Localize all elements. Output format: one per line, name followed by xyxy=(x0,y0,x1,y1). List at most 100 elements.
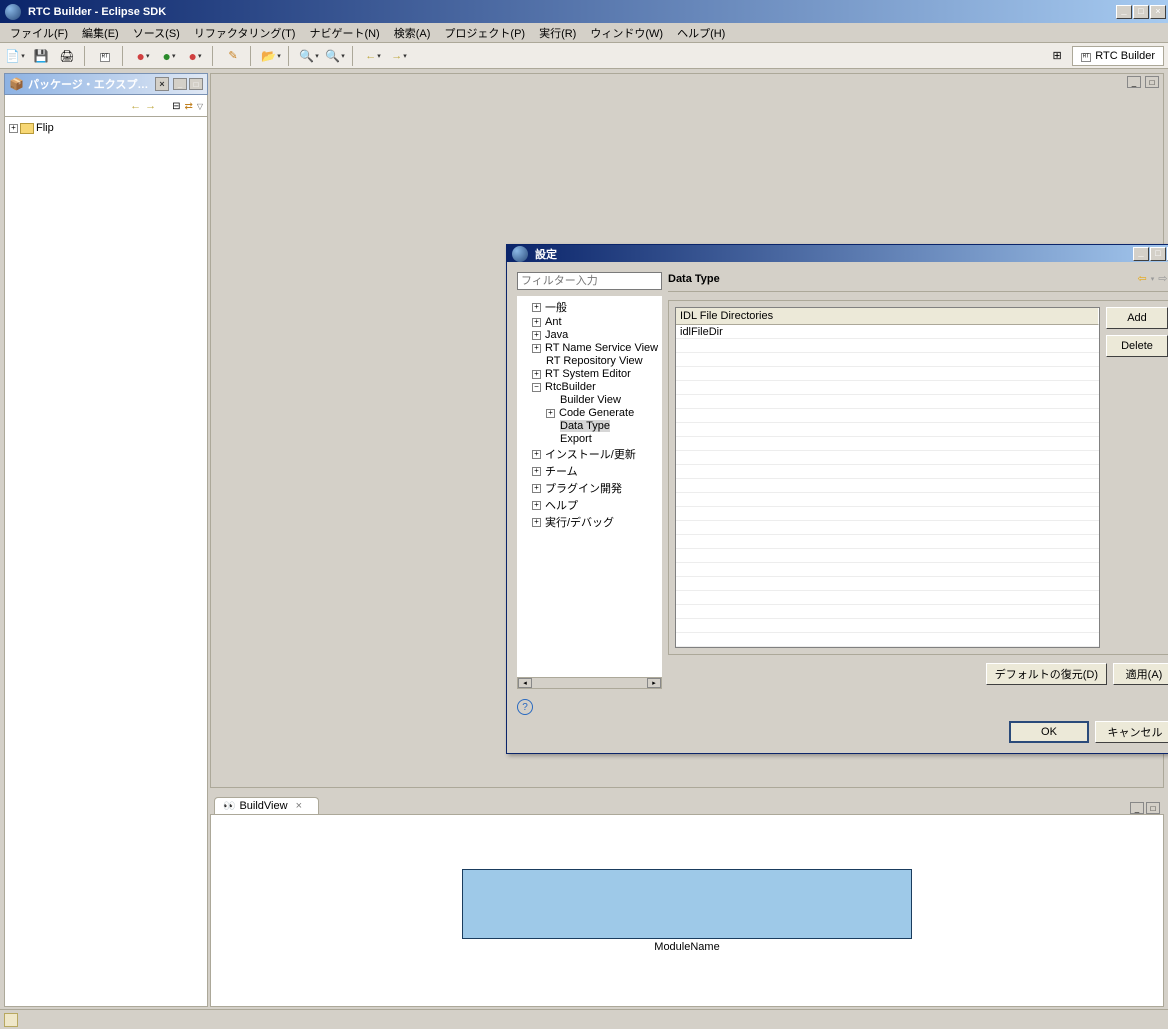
buildview-icon xyxy=(223,800,235,812)
tree-item-run-debug[interactable]: +実行/デバッグ xyxy=(520,514,661,531)
idl-directories-list[interactable]: IDL File Directories idlFileDir xyxy=(675,307,1100,648)
menu-help[interactable]: ヘルプ(H) xyxy=(671,23,731,43)
tree-item-java[interactable]: +Java xyxy=(520,329,661,342)
scroll-right-button[interactable]: ▸ xyxy=(647,678,661,688)
separator xyxy=(250,46,254,66)
help-icon[interactable]: ? xyxy=(517,699,533,715)
search2-button[interactable] xyxy=(324,45,346,67)
view-maximize-button[interactable]: □ xyxy=(1146,802,1160,814)
search-icon xyxy=(299,49,314,63)
editor-maximize-button[interactable]: □ xyxy=(1145,76,1159,88)
preferences-tree-pane: +一般 +Ant +Java +RT Name Service View RT … xyxy=(517,272,662,689)
menu-refactor[interactable]: リファクタリング(T) xyxy=(188,23,302,43)
separator xyxy=(212,46,216,66)
dialog-maximize-button[interactable]: □ xyxy=(1150,247,1166,261)
print-button[interactable] xyxy=(56,45,78,67)
wand-icon xyxy=(228,49,237,62)
forward-button[interactable] xyxy=(388,45,410,67)
open-button[interactable] xyxy=(260,45,282,67)
menu-project[interactable]: プロジェクト(P) xyxy=(438,23,531,43)
new-icon xyxy=(5,49,20,63)
collapse-all-icon[interactable] xyxy=(172,100,180,112)
ok-button[interactable]: OK xyxy=(1009,721,1089,743)
tree-item-rt-repository[interactable]: RT Repository View xyxy=(520,355,661,368)
tree-item-ant[interactable]: +Ant xyxy=(520,316,661,329)
apply-button[interactable]: 適用(A) xyxy=(1113,663,1168,685)
tree-item-rt-system-editor[interactable]: +RT System Editor xyxy=(520,368,661,381)
view-minimize-button[interactable]: _ xyxy=(1130,802,1144,814)
close-view-button[interactable]: × xyxy=(155,77,169,91)
external-tools-button[interactable] xyxy=(184,45,206,67)
maximize-view-button[interactable]: □ xyxy=(189,78,203,90)
minimize-view-button[interactable]: _ xyxy=(173,78,187,90)
perspective-rtc-builder[interactable]: RTC Builder xyxy=(1072,46,1164,66)
maximize-button[interactable]: □ xyxy=(1133,5,1149,19)
expand-icon[interactable]: + xyxy=(9,124,18,133)
tree-item-code-generate[interactable]: +Code Generate xyxy=(520,407,661,420)
package-explorer-body: + Flip xyxy=(4,117,208,1007)
scroll-left-button[interactable]: ◂ xyxy=(518,678,532,688)
minimize-button[interactable]: _ xyxy=(1116,5,1132,19)
cancel-button[interactable]: キャンセル xyxy=(1095,721,1168,743)
buildview-tab[interactable]: BuildView × xyxy=(214,797,319,814)
add-button[interactable]: Add xyxy=(1106,307,1168,329)
tree-item-team[interactable]: +チーム xyxy=(520,463,661,480)
back-button[interactable] xyxy=(362,45,384,67)
filter-input[interactable] xyxy=(517,272,662,290)
close-tab-button[interactable]: × xyxy=(296,800,310,812)
package-explorer-pane: パッケージ・エクスプ… × _ □ + Flip xyxy=(0,69,210,1009)
menu-file[interactable]: ファイル(F) xyxy=(4,23,74,43)
debug-button[interactable] xyxy=(132,45,154,67)
tree-item-builder-view[interactable]: Builder View xyxy=(520,394,661,407)
tree-item-rtc-builder[interactable]: −RtcBuilder xyxy=(520,381,661,394)
page-header: Data Type ⇦▾ ⇨▾ xyxy=(668,272,1168,292)
rt-button[interactable] xyxy=(94,45,116,67)
tree-item-data-type[interactable]: Data Type xyxy=(520,420,661,433)
tree-item-install[interactable]: +インストール/更新 xyxy=(520,446,661,463)
search-button[interactable] xyxy=(298,45,320,67)
save-button[interactable] xyxy=(30,45,52,67)
back-icon[interactable] xyxy=(130,100,141,112)
toolbar: ⊞ RTC Builder xyxy=(0,43,1168,69)
main-titlebar: RTC Builder - Eclipse SDK _ □ × xyxy=(0,0,1168,23)
preferences-tree[interactable]: +一般 +Ant +Java +RT Name Service View RT … xyxy=(517,296,662,677)
dialog-minimize-button[interactable]: _ xyxy=(1133,247,1149,261)
right-pane: _ □ 設定 _ □ × xyxy=(210,69,1168,1009)
menu-navigate[interactable]: ナビゲート(N) xyxy=(303,23,385,43)
buildview-body: ModuleName xyxy=(210,814,1164,1007)
forward-icon xyxy=(391,50,402,62)
back-icon xyxy=(365,50,376,62)
package-explorer-toolbar xyxy=(4,95,208,117)
restore-defaults-button[interactable]: デフォルトの復元(D) xyxy=(986,663,1107,685)
status-icon[interactable] xyxy=(4,1013,18,1027)
module-box[interactable] xyxy=(462,869,912,939)
wand-button[interactable] xyxy=(222,45,244,67)
menu-search[interactable]: 検索(A) xyxy=(388,23,437,43)
editor-minimize-button[interactable]: _ xyxy=(1127,76,1141,88)
main-area: パッケージ・エクスプ… × _ □ + Flip _ xyxy=(0,69,1168,1009)
link-editor-icon[interactable] xyxy=(184,100,192,112)
close-button[interactable]: × xyxy=(1150,5,1166,19)
tree-item-plugin[interactable]: +プラグイン開発 xyxy=(520,480,661,497)
tree-item-general[interactable]: +一般 xyxy=(520,299,661,316)
tree-item-rt-name-service[interactable]: +RT Name Service View xyxy=(520,342,661,355)
separator xyxy=(352,46,356,66)
delete-button[interactable]: Delete xyxy=(1106,335,1168,357)
tree-scrollbar[interactable]: ◂ ▸ xyxy=(517,677,662,689)
tree-item-flip[interactable]: + Flip xyxy=(9,121,203,135)
forward-icon[interactable] xyxy=(145,100,156,112)
perspective-switcher[interactable]: ⊞ xyxy=(1046,45,1068,67)
view-menu-icon[interactable] xyxy=(197,100,203,112)
nav-back-button[interactable]: ⇦ xyxy=(1136,272,1149,285)
tree-item-export[interactable]: Export xyxy=(520,433,661,446)
menu-edit[interactable]: 編集(E) xyxy=(76,23,125,43)
new-button[interactable] xyxy=(4,45,26,67)
tree-item-help[interactable]: +ヘルプ xyxy=(520,497,661,514)
menu-run[interactable]: 実行(R) xyxy=(533,23,582,43)
menubar: ファイル(F) 編集(E) ソース(S) リファクタリング(T) ナビゲート(N… xyxy=(0,23,1168,43)
menu-window[interactable]: ウィンドウ(W) xyxy=(584,23,669,43)
list-item[interactable]: idlFileDir xyxy=(676,325,1099,339)
run-button[interactable] xyxy=(158,45,180,67)
menu-source[interactable]: ソース(S) xyxy=(127,23,186,43)
nav-forward-button[interactable]: ⇨ xyxy=(1156,272,1168,285)
